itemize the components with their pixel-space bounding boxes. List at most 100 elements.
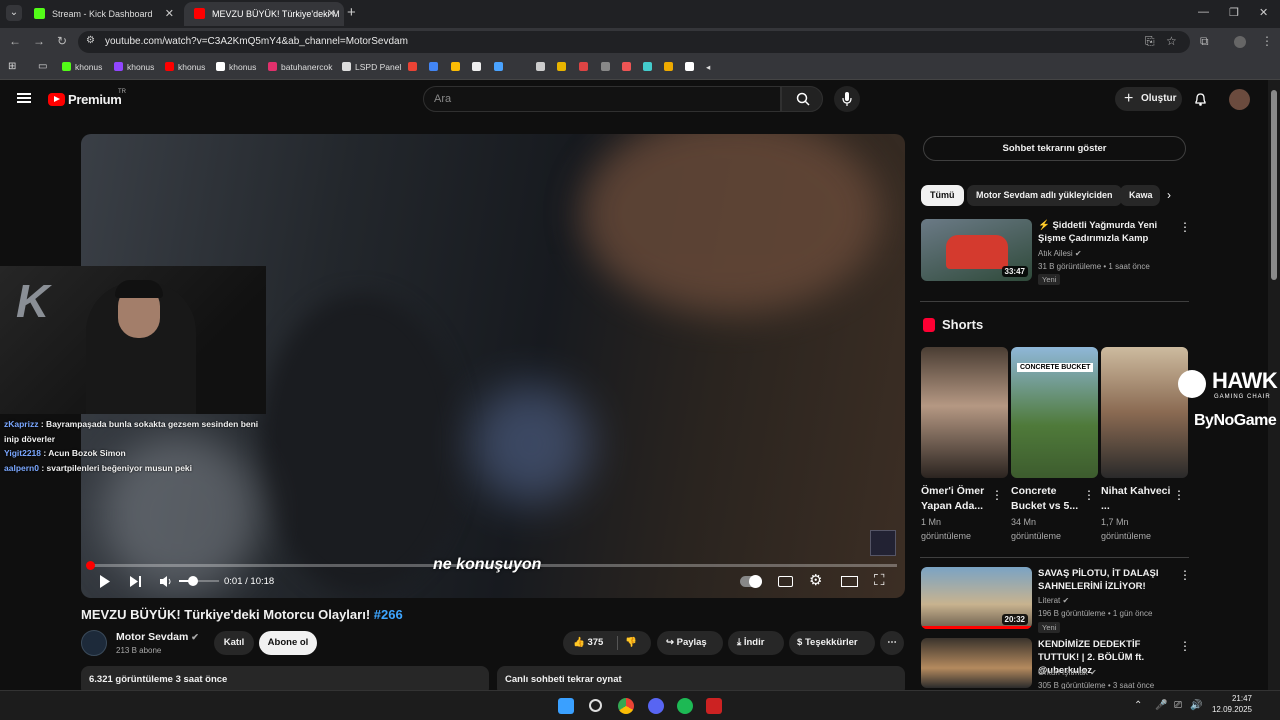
bookmark-x[interactable]: khonus bbox=[216, 61, 256, 73]
back-icon[interactable]: ← bbox=[9, 34, 21, 48]
download-button[interactable]: ⤓ İndir bbox=[728, 631, 784, 655]
extensions-icon[interactable]: ⧉ bbox=[1200, 34, 1209, 49]
forward-icon[interactable]: → bbox=[33, 34, 45, 48]
short-thumbnail[interactable] bbox=[921, 347, 1008, 478]
more-options-icon[interactable]: ⋮ bbox=[1179, 568, 1191, 582]
more-options-icon[interactable]: ⋮ bbox=[1179, 639, 1191, 653]
subscribe-button[interactable]: Abone ol bbox=[259, 631, 317, 655]
restore-button[interactable]: ❐ bbox=[1229, 6, 1239, 19]
progress-bar[interactable] bbox=[86, 561, 897, 570]
search-icon[interactable] bbox=[589, 699, 602, 712]
play-icon[interactable] bbox=[99, 575, 111, 588]
spotify-icon[interactable] bbox=[677, 698, 693, 714]
folder-icon[interactable]: ▭ bbox=[38, 61, 47, 73]
more-options-icon[interactable]: ⋮ bbox=[991, 488, 1003, 502]
like-button[interactable]: 👍 375 bbox=[573, 631, 603, 655]
bookmark-icon[interactable] bbox=[685, 62, 694, 71]
recommendation-thumbnail[interactable] bbox=[921, 638, 1032, 688]
more-options-icon[interactable]: ⋮ bbox=[1083, 488, 1095, 502]
tab-youtube-video[interactable]: MEVZU BÜYÜK! Türkiye'deki M ✕ bbox=[184, 2, 344, 26]
app-icon[interactable] bbox=[706, 698, 722, 714]
next-icon[interactable] bbox=[130, 576, 142, 587]
bookmark-icon[interactable] bbox=[601, 62, 610, 71]
menu-dots-icon[interactable]: ⋮ bbox=[1261, 34, 1273, 48]
close-tab-icon[interactable]: ✕ bbox=[327, 2, 336, 26]
search-button[interactable] bbox=[781, 86, 823, 112]
create-button[interactable]: + Oluştur bbox=[1115, 87, 1182, 111]
bookmark-icon[interactable] bbox=[579, 62, 588, 71]
sheet-icon[interactable] bbox=[536, 62, 545, 71]
volume-slider[interactable] bbox=[179, 576, 219, 586]
hamburger-menu-icon[interactable] bbox=[17, 93, 31, 103]
bookmark-icon[interactable] bbox=[472, 62, 481, 71]
tab-search-button[interactable]: ⌄ bbox=[6, 5, 22, 21]
more-options-icon[interactable]: ⋮ bbox=[1179, 220, 1191, 234]
network-icon[interactable]: ⎚ bbox=[1174, 700, 1182, 711]
fullscreen-icon[interactable]: ⛶ bbox=[874, 572, 885, 589]
bookmark-icon[interactable] bbox=[622, 62, 631, 71]
settings-gear-icon[interactable]: ⚙ bbox=[809, 571, 822, 589]
hashtag-link[interactable]: #266 bbox=[374, 607, 403, 622]
bookmark-youtube[interactable]: khonus bbox=[165, 61, 205, 73]
close-window-button[interactable]: ✕ bbox=[1259, 6, 1268, 19]
chip-kawasaki[interactable]: Kawa bbox=[1120, 185, 1160, 206]
recommendation-channel[interactable]: Orkun Işıtmak ✔ bbox=[1038, 666, 1097, 679]
recommendation-thumbnail[interactable]: 33:47 bbox=[921, 219, 1032, 281]
gmail-icon[interactable] bbox=[429, 62, 438, 71]
youtube-logo-text[interactable]: Premium bbox=[68, 92, 122, 107]
scrollbar-thumb[interactable] bbox=[1271, 90, 1277, 280]
bookmark-lspd[interactable]: LSPD Panel bbox=[342, 61, 401, 73]
youtube-logo-icon[interactable] bbox=[48, 93, 65, 106]
recommendation-title[interactable]: SAVAŞ PİLOTU, İT DALAŞI SAHNELERİNİ İZLİ… bbox=[1038, 567, 1174, 593]
short-thumbnail[interactable] bbox=[1101, 347, 1188, 478]
theater-mode-icon[interactable] bbox=[841, 576, 858, 587]
channel-avatar[interactable] bbox=[81, 630, 107, 656]
channel-name[interactable]: Motor Sevdam ✔ bbox=[116, 631, 199, 643]
show-chat-replay-button[interactable]: Sohbet tekrarını göster bbox=[923, 136, 1186, 161]
short-thumbnail[interactable]: CONCRETE BUCKET bbox=[1011, 347, 1098, 478]
microphone-icon[interactable]: 🎤 bbox=[1155, 700, 1167, 711]
bookmark-icon[interactable] bbox=[643, 62, 652, 71]
recommendation-title[interactable]: ⚡ Şiddetli Yağmurda Yeni Şişme Çadırımız… bbox=[1038, 219, 1168, 245]
volume-knob[interactable] bbox=[188, 576, 198, 586]
chevron-up-icon[interactable]: ⌃ bbox=[1134, 700, 1142, 711]
apps-grid-icon[interactable]: ⊞ bbox=[8, 61, 16, 73]
share-button[interactable]: ↪ Paylaş bbox=[657, 631, 723, 655]
chip-all[interactable]: Tümü bbox=[921, 185, 964, 206]
short-title[interactable]: Nihat Kahveci ... bbox=[1101, 484, 1171, 513]
discord-icon[interactable] bbox=[648, 698, 664, 714]
address-bar[interactable]: ⚙ youtube.com/watch?v=C3A2KmQ5mY4&ab_cha… bbox=[78, 31, 1190, 53]
bookmark-icon[interactable] bbox=[664, 62, 673, 71]
chip-from-uploader[interactable]: Motor Sevdam adlı yükleyiciden bbox=[967, 185, 1122, 206]
recommendation-thumbnail[interactable]: 20:32 bbox=[921, 567, 1032, 629]
gmail-icon[interactable] bbox=[408, 62, 417, 71]
notifications-bell-icon[interactable] bbox=[1194, 92, 1207, 106]
short-title[interactable]: Ömer'i Ömer Yapan Ada... bbox=[921, 484, 991, 513]
bookmark-icon[interactable] bbox=[557, 62, 566, 71]
tab-kick-dashboard[interactable]: Stream - Kick Dashboard ✕ bbox=[24, 2, 182, 26]
close-tab-icon[interactable]: ✕ bbox=[165, 2, 174, 26]
channel-watermark[interactable] bbox=[870, 530, 896, 556]
volume-icon[interactable] bbox=[160, 576, 172, 587]
speaker-icon[interactable]: 🔊 bbox=[1190, 700, 1202, 711]
voice-search-button[interactable] bbox=[834, 86, 860, 112]
search-input[interactable]: Ara bbox=[423, 86, 781, 112]
more-actions-button[interactable]: ⋯ bbox=[880, 631, 904, 655]
minimize-button[interactable]: — bbox=[1198, 6, 1209, 18]
autoplay-toggle[interactable] bbox=[740, 575, 762, 588]
thanks-button[interactable]: $ Teşekkürler bbox=[789, 631, 875, 655]
bookmark-icon[interactable]: ◂ bbox=[706, 61, 710, 73]
dislike-button[interactable]: 👎 bbox=[625, 631, 637, 655]
bookmark-twitch[interactable]: khonus bbox=[114, 61, 154, 73]
join-button[interactable]: Katıl bbox=[214, 631, 254, 655]
bookmark-star-icon[interactable]: ☆ bbox=[1166, 34, 1177, 48]
profile-avatar[interactable] bbox=[1234, 36, 1246, 48]
new-tab-button[interactable]: + bbox=[347, 4, 356, 21]
bookmark-icon[interactable] bbox=[494, 62, 503, 71]
site-info-icon[interactable]: ⚙ bbox=[86, 35, 95, 46]
cast-icon[interactable]: ⎘ bbox=[1145, 34, 1155, 49]
windows-start-icon[interactable] bbox=[558, 698, 574, 714]
more-options-icon[interactable]: ⋮ bbox=[1173, 488, 1185, 502]
bookmark-instagram[interactable]: batuhanercok bbox=[268, 61, 333, 73]
account-avatar[interactable] bbox=[1229, 89, 1250, 110]
